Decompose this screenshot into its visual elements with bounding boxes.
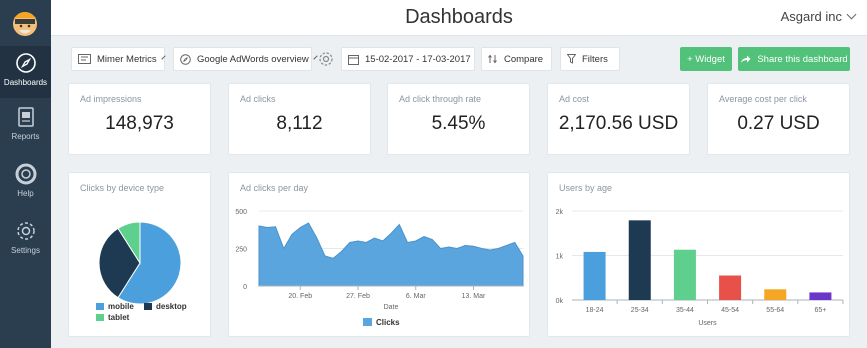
legend-label: Clicks (376, 318, 400, 327)
x-tick-label: 6. Mar (406, 293, 427, 300)
bar-18-24 (583, 251, 606, 300)
x-axis-title: Users (698, 320, 717, 327)
kpi-value: 0.27 USD (737, 113, 820, 134)
compare-arrows-icon (488, 54, 497, 64)
filter-icon (567, 54, 576, 64)
sidebar-item-settings[interactable]: Settings (0, 214, 51, 266)
legend-swatch (96, 303, 104, 310)
gear-icon (17, 222, 35, 240)
chevron-down-icon (846, 9, 857, 20)
legend-swatch (363, 318, 372, 326)
x-axis-title: Date (384, 304, 399, 311)
compass-icon (180, 53, 191, 65)
bar-chart: 0k 1k 2k 18-24 25-34 35-44 45-54 55-64 65+ Users (556, 209, 844, 327)
x-tick-label: 45-54 (721, 307, 739, 314)
chevron-down-icon (161, 54, 166, 60)
y-tick-label: 500 (235, 209, 247, 216)
sidebar-item-label: Reports (11, 132, 40, 141)
y-tick-label: 250 (235, 247, 247, 254)
organization-selector[interactable]: Asgard inc (780, 9, 857, 24)
chart-card-clicks-per-day: Ad clicks per day 0 250 500 20. Feb 27. Feb 6… (228, 172, 530, 337)
lifebuoy-icon (15, 163, 37, 185)
date-range-picker[interactable]: 15-02-2017 - 17-03-2017 (341, 47, 475, 71)
calendar-icon (348, 54, 359, 65)
sidebar-item-label: Help (17, 189, 34, 198)
dashboard-label: Google AdWords overview (197, 53, 309, 65)
share-dashboard-button[interactable]: Share this dashboard (738, 47, 850, 71)
filters-label: Filters (582, 53, 608, 65)
header: Dashboards Asgard inc (51, 0, 867, 36)
x-tick-label: 55-64 (766, 307, 784, 314)
kpi-value: 8,112 (276, 113, 323, 134)
sidebar-item-reports[interactable]: Reports (0, 100, 51, 152)
report-icon (18, 107, 34, 127)
x-tick-label: 13. Mar (462, 293, 486, 300)
kpi-card-ad-ctr: Ad click through rate 5.45% (387, 83, 530, 155)
compare-button[interactable]: Compare (481, 47, 552, 71)
add-widget-button[interactable]: + Widget (680, 47, 732, 71)
kpi-value: 5.45% (431, 113, 486, 134)
dashboard-settings-icon[interactable] (318, 51, 334, 67)
area-series-clicks (258, 222, 524, 287)
kpi-value: 2,170.56 USD (558, 113, 679, 134)
sidebar-item-dashboards[interactable]: Dashboards (0, 46, 51, 98)
chart-card-users-by-age: Users by age 0k 1k 2k 18-24 25-34 35-44 45-54 5… (547, 172, 850, 337)
y-tick-label: 0k (556, 298, 564, 305)
legend-label: desktop (156, 302, 187, 311)
bar-55-64 (764, 289, 787, 300)
account-label: Mimer Metrics (97, 53, 157, 65)
bar-45-54 (719, 275, 742, 300)
area-chart: 0 250 500 20. Feb 27. Feb 6. Mar 13. Mar Date Cl… (235, 209, 524, 327)
x-tick-label: 18-24 (586, 307, 604, 314)
kpi-label: Average cost per click (719, 94, 807, 104)
bar-25-34 (628, 220, 651, 300)
organization-name: Asgard inc (780, 9, 842, 24)
x-tick-label: 20. Feb (288, 293, 312, 300)
date-range-label: 15-02-2017 - 17-03-2017 (365, 53, 471, 65)
legend-label: tablet (108, 313, 130, 322)
x-tick-label: 35-44 (676, 307, 694, 314)
kpi-value: 148,973 (105, 113, 174, 134)
share-arrow-icon (741, 55, 751, 63)
chevron-down-icon (313, 54, 318, 60)
y-tick-label: 1k (556, 254, 564, 261)
page-title: Dashboards (405, 6, 513, 28)
account-select[interactable]: Mimer Metrics (71, 47, 166, 71)
sidebar: Dashboards Reports Help Settings (0, 0, 51, 348)
bar-65+ (809, 292, 832, 300)
x-tick-label: 25-34 (631, 307, 649, 314)
sidebar-item-label: Dashboards (3, 78, 48, 87)
legend-swatch (144, 303, 152, 310)
y-tick-label: 0 (243, 284, 247, 291)
compare-label: Compare (504, 53, 544, 65)
sidebar-item-help[interactable]: Help (0, 157, 51, 209)
kpi-card-ad-impressions: Ad impressions 148,973 (68, 83, 211, 155)
chart-card-device-type: Clicks by device type mobile desktop table… (68, 172, 211, 337)
dashboard-select[interactable]: Google AdWords overview (173, 47, 318, 71)
x-tick-label: 65+ (814, 307, 826, 314)
share-label: Share this dashboard (757, 53, 848, 65)
kpi-card-ad-cost: Ad cost 2,170.56 USD (547, 83, 690, 155)
kpi-card-ad-clicks: Ad clicks 8,112 (228, 83, 371, 155)
account-icon (78, 54, 91, 64)
kpi-label: Ad click through rate (399, 94, 482, 104)
kpi-card-avg-cpc: Average cost per click 0.27 USD (707, 83, 850, 155)
sidebar-item-label: Settings (11, 246, 40, 255)
legend-label: mobile (108, 302, 134, 311)
kpi-label: Ad impressions (80, 94, 142, 104)
pie-chart: mobile desktop tablet (96, 221, 187, 322)
app-logo[interactable] (9, 4, 41, 38)
filters-button[interactable]: Filters (560, 47, 620, 71)
kpi-label: Ad clicks (240, 94, 276, 104)
kpi-label: Ad cost (559, 94, 590, 104)
compass-icon (16, 53, 36, 73)
legend-swatch (96, 314, 104, 321)
bar-35-44 (673, 249, 696, 300)
y-tick-label: 2k (556, 209, 564, 216)
x-tick-label: 27. Feb (346, 293, 370, 300)
